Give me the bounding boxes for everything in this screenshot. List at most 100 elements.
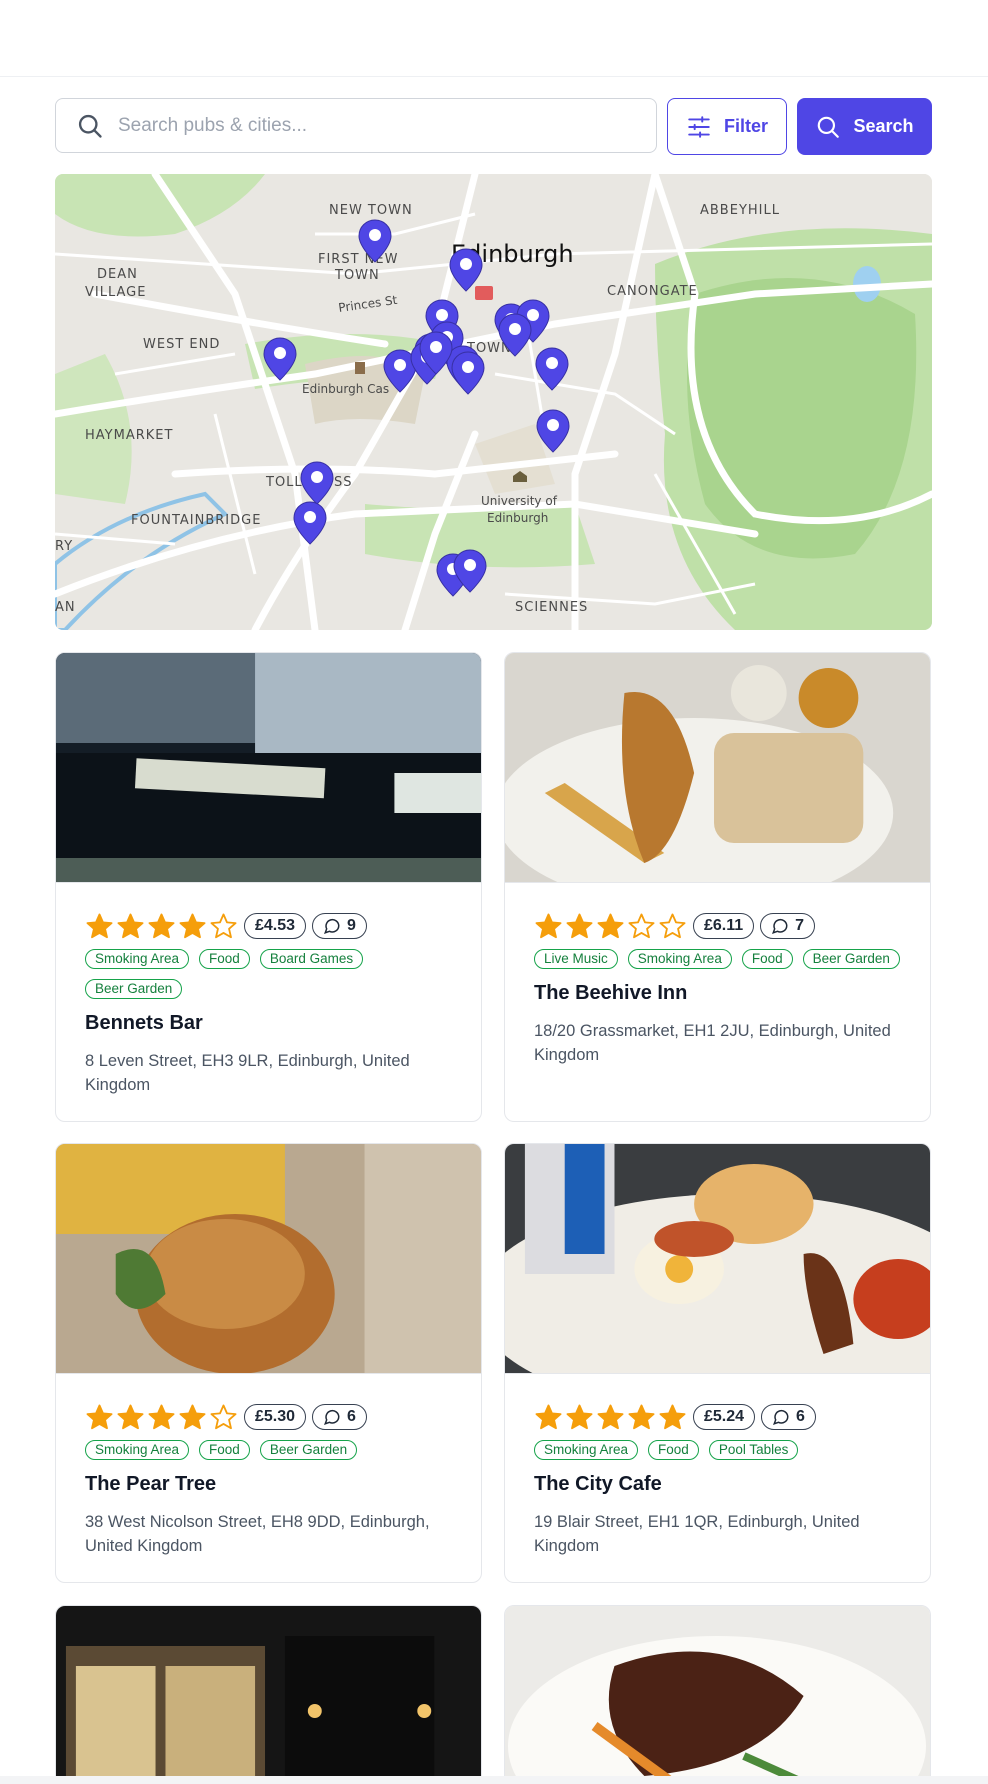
star-filled-icon xyxy=(86,1404,113,1429)
tag-badge: Smoking Area xyxy=(85,1440,190,1460)
pub-name[interactable]: Bennets Bar xyxy=(85,1012,452,1035)
map-label: TOWN xyxy=(334,268,380,283)
search-input[interactable] xyxy=(116,113,656,138)
star-filled-icon xyxy=(659,1404,686,1429)
card-meta: £5.30 6 xyxy=(85,1404,452,1430)
map-label: ABBEYHILL xyxy=(700,203,780,218)
tag-badge: Food xyxy=(648,1440,699,1460)
star-rating xyxy=(534,912,687,941)
pub-card[interactable]: £5.30 6 Smoking Area Food Beer Garden The … xyxy=(55,1143,482,1583)
star-filled-icon xyxy=(535,913,562,938)
pub-name[interactable]: The Pear Tree xyxy=(85,1473,452,1496)
star-filled-icon xyxy=(179,1404,206,1429)
map-label: WEST END xyxy=(143,337,220,352)
filter-button-label: Filter xyxy=(723,116,768,136)
reviews-badge: 6 xyxy=(761,1404,816,1430)
star-rating xyxy=(85,912,238,941)
pub-address: 38 West Nicolson Street, EH8 9DD, Edinbu… xyxy=(85,1513,430,1555)
star-filled-icon xyxy=(179,913,206,938)
star-filled-icon xyxy=(566,1404,593,1429)
pub-address: 8 Leven Street, EH3 9LR, Edinburgh, Unit… xyxy=(85,1052,410,1094)
tag-badge: Food xyxy=(741,949,793,969)
tag-badge: Beer Garden xyxy=(802,949,900,969)
star-empty-icon xyxy=(659,913,686,938)
tag-badge: Pool Tables xyxy=(708,1440,799,1460)
comment-icon xyxy=(324,918,340,934)
map-label: FIRST NEW xyxy=(318,252,398,267)
tag-badge: Smoking Area xyxy=(627,949,732,969)
card-meta: £6.11 7 xyxy=(534,913,901,939)
map-label: DEAN xyxy=(97,267,138,282)
star-filled-icon xyxy=(117,1404,144,1429)
star-filled-icon xyxy=(628,1404,655,1429)
tag-badge: Live Music xyxy=(534,949,618,969)
pub-address: 19 Blair Street, EH1 1QR, Edinburgh, Uni… xyxy=(534,1513,860,1555)
reviews-badge: 9 xyxy=(312,913,367,939)
comment-icon xyxy=(773,1409,789,1425)
search-icon xyxy=(818,116,840,138)
page: Filter Search xyxy=(0,0,988,1776)
bar-sign-photo xyxy=(56,653,481,883)
tag-list: Smoking Area Food Beer Garden xyxy=(85,1440,452,1460)
map-label: Edinburgh Cas xyxy=(302,382,389,396)
star-empty-icon xyxy=(210,913,237,938)
map-label: HAYMARKET xyxy=(85,428,173,443)
tag-badge: Smoking Area xyxy=(85,949,190,969)
map-label: AN xyxy=(55,600,76,615)
reviews-badge: 6 xyxy=(312,1404,367,1430)
search-button[interactable]: Search xyxy=(797,98,932,155)
tag-badge: Beer Garden xyxy=(259,1440,358,1460)
comment-icon xyxy=(772,918,788,934)
tag-list: Live Music Smoking Area Food Beer Garden xyxy=(534,949,901,969)
star-filled-icon xyxy=(86,913,113,938)
card-meta: £4.53 9 xyxy=(85,913,452,939)
breakfast-photo xyxy=(505,1144,930,1374)
pub-name[interactable]: The Beehive Inn xyxy=(534,982,901,1005)
tag-list: Smoking Area Food Board Games Beer Garden xyxy=(85,949,452,999)
map-label: FOUNTAINBRIDGE xyxy=(131,513,261,528)
pub-card[interactable]: £5.24 6 Smoking Area Food Pool Tables The … xyxy=(504,1143,931,1583)
tag-badge: Board Games xyxy=(259,949,364,969)
pub-name[interactable]: The City Cafe xyxy=(534,1473,901,1496)
map-canvas[interactable]: NEW TOWN FIRST NEW TOWN ABBEYHILL DEAN V… xyxy=(55,174,932,630)
pub-map[interactable]: NEW TOWN FIRST NEW TOWN ABBEYHILL DEAN V… xyxy=(55,174,932,630)
pub-address: 18/20 Grassmarket, EH1 2JU, Edinburgh, U… xyxy=(534,1022,891,1064)
price-badge: £4.53 xyxy=(244,913,307,939)
star-filled-icon xyxy=(148,913,175,938)
map-label: Edinburgh xyxy=(487,511,548,525)
search-icon xyxy=(78,114,102,138)
star-rating xyxy=(534,1403,687,1432)
map-label: NEW TOWN xyxy=(329,203,413,218)
map-label: CANONGATE xyxy=(607,284,698,299)
pub-card[interactable] xyxy=(55,1605,482,1776)
map-label: SCIENNES xyxy=(515,600,588,615)
burger-and-fries-photo xyxy=(56,1144,481,1374)
map-label: VILLAGE xyxy=(85,285,146,300)
sliders-icon xyxy=(688,115,710,138)
tag-badge: Beer Garden xyxy=(85,979,183,999)
map-label: University of xyxy=(481,494,558,508)
star-rating xyxy=(85,1403,238,1432)
price-badge: £5.24 xyxy=(693,1404,756,1430)
price-badge: £6.11 xyxy=(693,913,755,939)
tag-badge: Smoking Area xyxy=(534,1440,639,1460)
pub-card[interactable]: £6.11 7 Live Music Smoking Area Food Beer G… xyxy=(504,652,931,1122)
pub-card[interactable]: £4.53 9 Smoking Area Food Board Games Beer … xyxy=(55,652,482,1122)
top-bar xyxy=(0,0,988,77)
star-filled-icon xyxy=(535,1404,562,1429)
star-filled-icon xyxy=(597,1404,624,1429)
filter-button[interactable]: Filter xyxy=(667,98,787,155)
map-label: RY xyxy=(55,539,73,554)
search-button-label: Search xyxy=(853,116,914,136)
fish-and-chips-photo xyxy=(505,653,930,883)
reviews-badge: 7 xyxy=(760,913,816,939)
tag-badge: Food xyxy=(199,1440,250,1460)
pub-card[interactable] xyxy=(504,1605,931,1776)
search-box[interactable] xyxy=(55,98,657,153)
star-filled-icon xyxy=(566,913,593,938)
star-filled-icon xyxy=(148,1404,175,1429)
steak-dish-photo xyxy=(505,1606,930,1776)
train-station-icon xyxy=(475,286,493,300)
star-filled-icon xyxy=(597,913,624,938)
tag-badge: Food xyxy=(199,949,250,969)
